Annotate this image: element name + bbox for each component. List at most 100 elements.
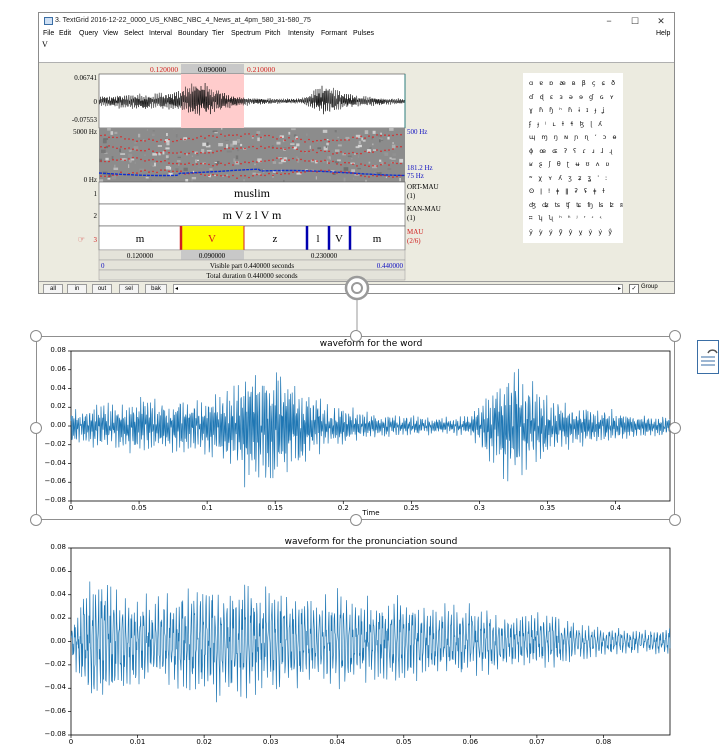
formant-dot [356, 165, 358, 167]
menu-view[interactable]: View [103, 30, 118, 37]
menu-boundary[interactable]: Boundary [178, 30, 208, 37]
maximize-button[interactable]: ☐ [625, 15, 645, 27]
menu-select[interactable]: Select [124, 30, 143, 37]
formant-dot [116, 159, 118, 161]
spectrogram-cell [138, 133, 141, 138]
menu-file[interactable]: File [43, 30, 54, 37]
ipa-row-4[interactable]: ʄ ɟ ʲ ʟ ɫ ɬ ɮ ɭ ʎ [529, 120, 604, 128]
formant-dot [376, 134, 378, 136]
spectrogram-cell [152, 133, 155, 136]
rotate-handle[interactable] [340, 272, 374, 338]
spectrogram-cell [322, 129, 328, 133]
formant-dot [156, 140, 158, 143]
resize-handle-tr[interactable] [669, 330, 681, 342]
menu-interval[interactable]: Interval [149, 30, 172, 37]
zoom-back-button[interactable]: bak [145, 284, 167, 293]
group-checkbox[interactable]: ✓ [629, 284, 639, 293]
layout-options-icon[interactable] [697, 340, 719, 374]
zoom-in-button[interactable]: in [67, 284, 87, 293]
label-text-field[interactable]: V [39, 40, 674, 63]
tier-mau[interactable] [98, 225, 406, 251]
menu-spectrum[interactable]: Spectrum [231, 30, 261, 37]
y-tick-label: 0.06 [50, 566, 66, 575]
formant-dot [160, 160, 162, 163]
ipa-row-1[interactable]: ɑ ɐ ɒ æ ʙ β ç ɕ ð [529, 79, 617, 87]
wave-ymin-label: -0.07553 [72, 116, 98, 124]
resize-handle-ml[interactable] [30, 422, 42, 434]
ipa-row-2[interactable]: ɗ ɖ ɛ ɜ ə ɘ ɠ ɢ ʏ [529, 93, 616, 101]
formant-dot [184, 138, 186, 141]
resize-handle-bc[interactable] [350, 514, 362, 526]
menu-help[interactable]: Help [656, 30, 670, 37]
scroll-left-icon[interactable]: ◂ [175, 285, 178, 293]
rotate-icon[interactable] [344, 275, 370, 301]
formant-dot [268, 159, 270, 162]
formant-dot [360, 135, 362, 138]
formant-dot [248, 146, 250, 148]
ipa-row-9[interactable]: ʘ ǀ ǃ ǂ ǁ ʡ ʢ ǂ ɫ [529, 187, 607, 195]
menu-edit[interactable]: Edit [59, 30, 71, 37]
spectrogram-cell [337, 144, 342, 147]
ipa-character-chart[interactable]: ɑ ɐ ɒ æ ʙ β ç ɕ ð ɗ ɖ ɛ ɜ ə ɘ ɠ ɢ ʏ ɣ ɦ ɧ … [523, 73, 623, 243]
formant-dot [128, 158, 130, 160]
ipa-row-8[interactable]: ʷ χ ʏ ʎ ʒ ʑ ʓ ˈ ː [529, 174, 609, 182]
spectrogram-cell [139, 168, 144, 171]
spectrogram-cell [237, 139, 240, 143]
ipa-row-3[interactable]: ɣ ɦ ɧ ʰ ɦ ɨ ɪ ɟ ʝ [529, 106, 606, 114]
spectrogram-cell [111, 175, 117, 180]
formant-dot [264, 160, 266, 162]
formant-dot [372, 151, 374, 153]
ipa-row-5[interactable]: ɰ ɱ ŋ ɴ ɲ ɳ ʼ ɔ ɵ [529, 133, 618, 141]
menu-tier[interactable]: Tier [212, 30, 224, 37]
formant-dot [196, 137, 198, 139]
zoom-all-button[interactable]: all [43, 284, 63, 293]
ipa-row-7[interactable]: ʁ ʂ ʃ θ ʈ ʉ ʊ ʌ ʋ [529, 160, 611, 168]
close-button[interactable]: ✕ [651, 15, 671, 27]
ipa-row-11[interactable]: ʭ ʮ ʯ ʰ ʱ ʲ ʳ ʴ ʵ [529, 214, 603, 222]
formant-dot [180, 138, 182, 141]
minimize-button[interactable]: − [599, 15, 619, 27]
formant-dot [224, 164, 226, 166]
pointing-hand-icon: ☞ [78, 235, 85, 244]
spectrogram-cell [235, 155, 239, 160]
spectrogram-cell [282, 139, 285, 143]
ipa-row-10[interactable]: ʤ ʥ ʦ ʧ ʨ ʩ ʪ ʫ ʬ [529, 201, 625, 209]
menu-pulses[interactable]: Pulses [353, 30, 374, 37]
y-tick-label: 0.00 [50, 636, 66, 645]
menu-pitch[interactable]: Pitch [265, 30, 281, 37]
formant-dot [360, 152, 362, 155]
resize-handle-br[interactable] [669, 514, 681, 526]
scroll-right-icon[interactable]: ▸ [618, 285, 621, 293]
resize-handle-tc[interactable] [350, 330, 362, 342]
ipa-row-12[interactable]: ÿ ỳ ý ỹ ŷ ỵ ỷ ẏ ẙ [529, 228, 614, 236]
resize-handle-mr[interactable] [669, 422, 681, 434]
menu-intensity[interactable]: Intensity [288, 30, 314, 37]
formant-dot [120, 158, 122, 160]
formant-dot [296, 137, 298, 140]
formant-dot [284, 159, 286, 161]
resize-handle-bl[interactable] [30, 514, 42, 526]
duration-right: 0.230000 [311, 252, 338, 260]
formant-dot [248, 161, 250, 164]
zoom-out-button[interactable]: out [92, 284, 112, 293]
menu-query[interactable]: Query [79, 30, 98, 37]
ipa-row-6[interactable]: ɸ œ ɶ ʔ ʕ ɾ ɹ ɺ ɻ [529, 147, 614, 155]
selected-image-frame[interactable] [36, 336, 675, 520]
resize-handle-tl[interactable] [30, 330, 42, 342]
formant-dot [240, 135, 242, 138]
formant-dot [376, 165, 378, 167]
horizontal-scrollbar[interactable]: ◂ ▸ [173, 284, 623, 293]
spectrogram-cell [128, 164, 130, 168]
spectrogram-cell [334, 161, 340, 164]
spectrogram-cell [226, 144, 229, 149]
menu-formant[interactable]: Formant [321, 30, 347, 37]
formant-dot [156, 171, 158, 174]
spectrogram-cell [214, 131, 218, 134]
formant-dot [120, 171, 122, 173]
spectrogram-cell [134, 142, 137, 144]
formant-dot [224, 174, 226, 177]
formant-dot [172, 140, 174, 143]
formant-dot [256, 173, 258, 176]
zoom-sel-button[interactable]: sel [119, 284, 139, 293]
formant-dot [376, 149, 378, 151]
